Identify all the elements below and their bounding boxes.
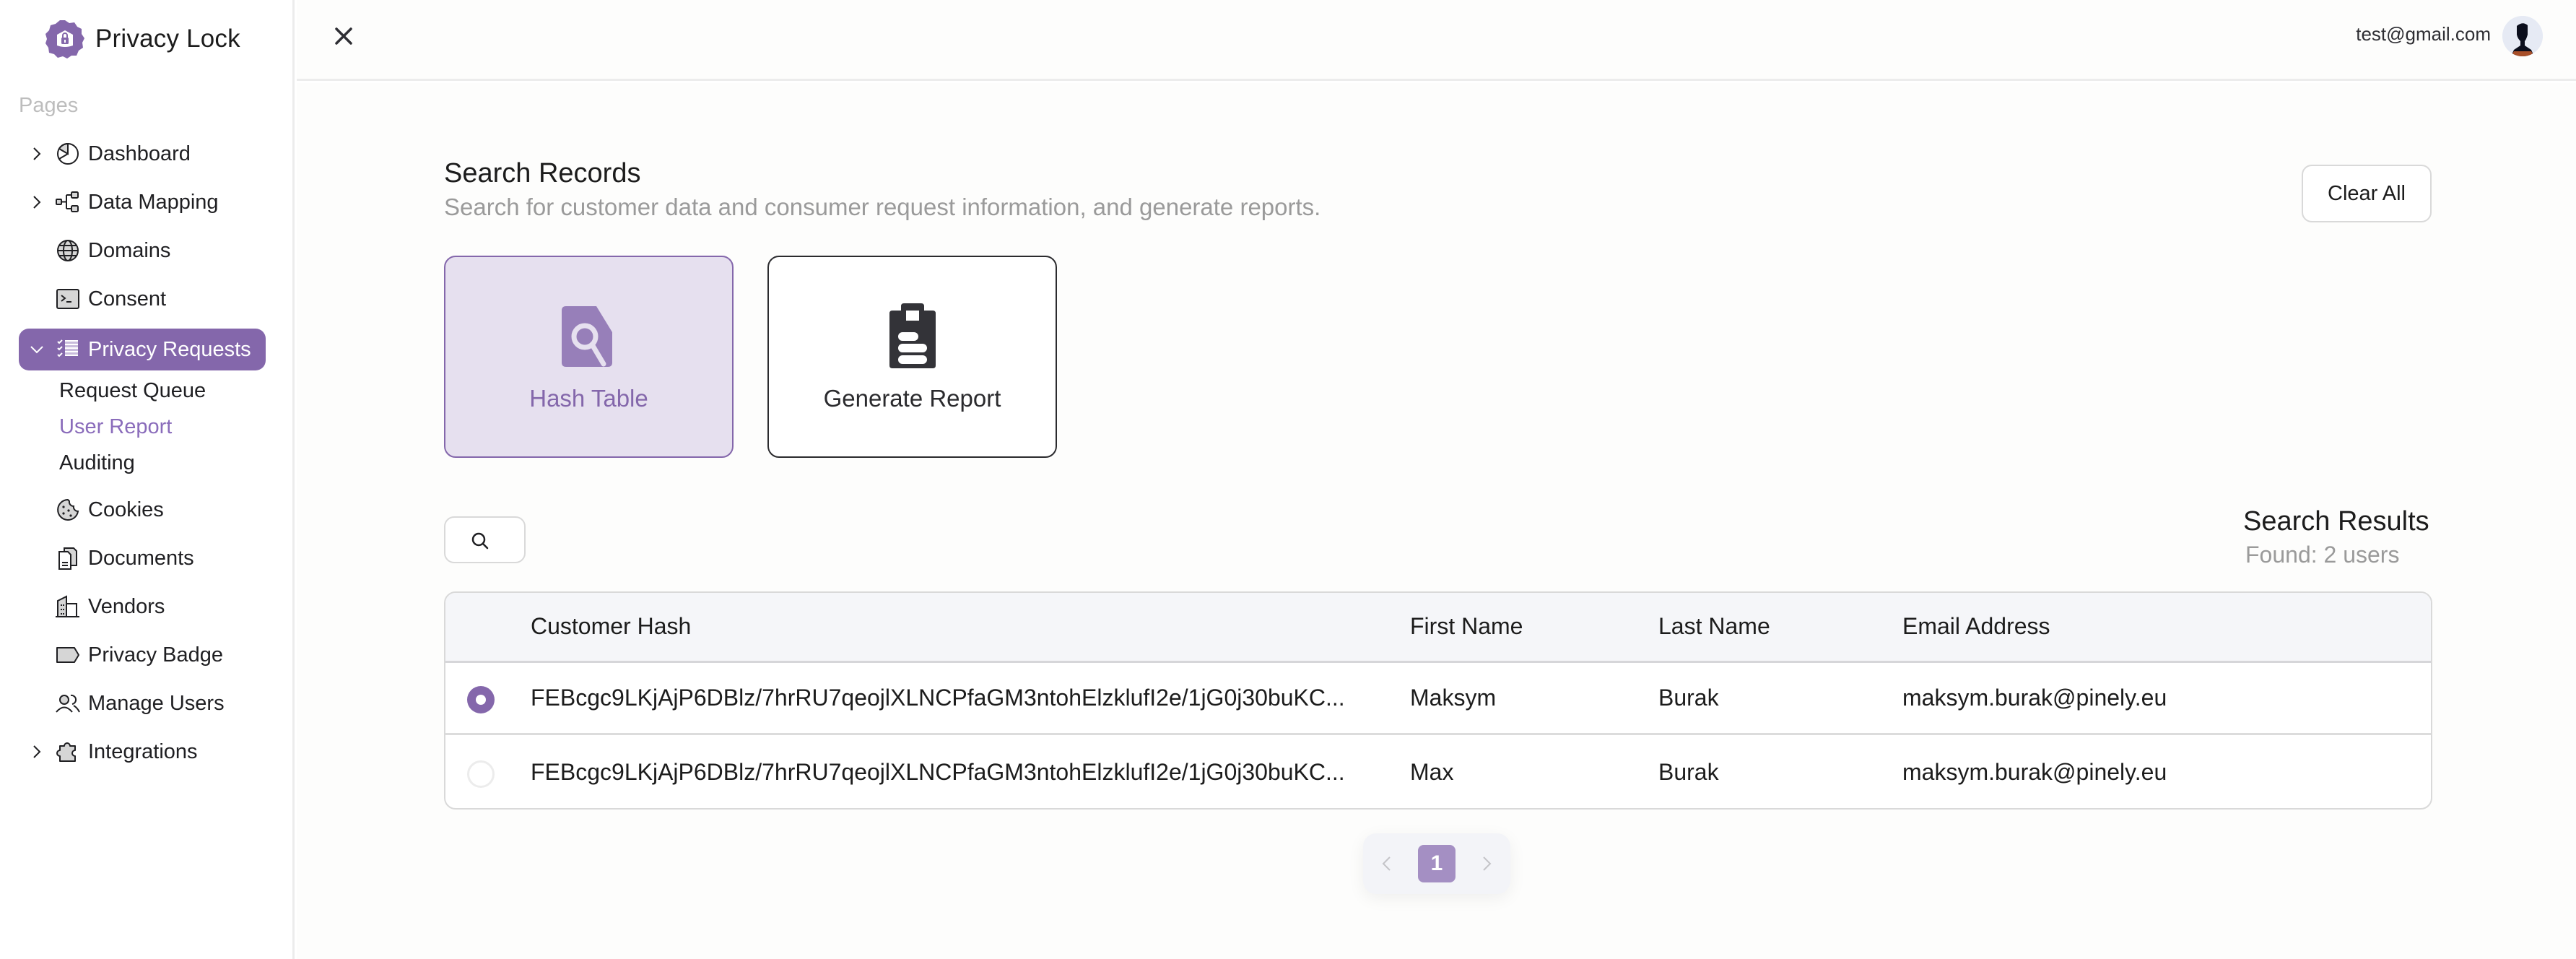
- clipboard-text-icon: [889, 303, 936, 368]
- cookie-icon: [57, 498, 79, 521]
- search-input[interactable]: [444, 516, 526, 563]
- tile-label: Generate Report: [823, 385, 1001, 412]
- sidebar-item-manage-users[interactable]: Manage Users: [19, 682, 266, 724]
- sidebar-item-data-mapping[interactable]: Data Mapping: [19, 181, 266, 223]
- sidebar-item-label: Domains: [88, 238, 171, 262]
- row-select-radio[interactable]: [467, 760, 495, 788]
- app-name: Privacy Lock: [95, 25, 240, 53]
- avatar[interactable]: [2502, 16, 2543, 56]
- page-button-current[interactable]: 1: [1418, 845, 1455, 882]
- cell-last-name: Burak: [1658, 685, 1719, 711]
- search-results-count: Found: 2 users: [2245, 542, 2400, 568]
- sidebar-subitem-auditing[interactable]: Auditing: [59, 451, 135, 475]
- sidebar-item-label: Manage Users: [88, 691, 225, 715]
- pages-section-label: Pages: [19, 94, 79, 117]
- chevron-left-icon[interactable]: [1379, 855, 1395, 872]
- cell-email: maksym.burak@pinely.eu: [1902, 759, 2167, 785]
- list-checks-icon: [57, 339, 78, 357]
- chevron-down-icon[interactable]: [29, 342, 45, 357]
- cell-customer-hash: FEBcgc9LKjAjP6DBlz/7hrRU7qeojlXLNCPfaGM3…: [531, 685, 1345, 711]
- sidebar-subitem-user-report[interactable]: User Report: [59, 415, 172, 439]
- chevron-right-icon[interactable]: [29, 744, 45, 760]
- sidebar: Privacy Lock Pages Dashboard Data Mappin…: [0, 0, 295, 959]
- table-header: Customer Hash First Name Last Name Email…: [445, 593, 2431, 663]
- globe-icon: [57, 240, 79, 261]
- sidebar-item-label: Documents: [88, 546, 194, 570]
- page-subtitle: Search for customer data and consumer re…: [444, 194, 1321, 220]
- search-results-title: Search Results: [2243, 506, 2429, 537]
- sidebar-item-label: Data Mapping: [88, 190, 219, 214]
- terminal-window-icon: [56, 289, 79, 309]
- sidebar-item-documents[interactable]: Documents: [19, 537, 266, 579]
- sidebar-item-privacy-badge[interactable]: Privacy Badge: [19, 634, 266, 676]
- column-header-first-name[interactable]: First Name: [1410, 613, 1523, 640]
- column-header-email-address[interactable]: Email Address: [1902, 613, 2050, 640]
- cell-first-name: Max: [1410, 759, 1454, 785]
- topbar: test@gmail.com: [297, 0, 2576, 81]
- sidebar-item-label: Dashboard: [88, 142, 191, 165]
- pie-chart-icon: [57, 142, 79, 165]
- tile-label: Hash Table: [529, 385, 648, 412]
- results-table: Customer Hash First Name Last Name Email…: [444, 591, 2432, 810]
- chevron-right-icon[interactable]: [1479, 855, 1494, 872]
- hash-table-tile[interactable]: Hash Table: [444, 256, 734, 458]
- tree-structure-icon: [56, 191, 79, 212]
- sidebar-item-cookies[interactable]: Cookies: [19, 489, 266, 531]
- file-search-icon: [561, 306, 612, 367]
- sidebar-item-integrations[interactable]: Integrations: [19, 731, 266, 773]
- chevron-right-icon[interactable]: [29, 146, 45, 162]
- files-icon: [58, 547, 77, 570]
- cell-last-name: Burak: [1658, 759, 1719, 785]
- user-email[interactable]: test@gmail.com: [2356, 23, 2491, 45]
- cell-first-name: Maksym: [1410, 685, 1497, 711]
- puzzle-piece-icon: [56, 742, 76, 762]
- sidebar-item-label: Privacy Requests: [88, 337, 251, 361]
- table-row[interactable]: FEBcgc9LKjAjP6DBlz/7hrRU7qeojlXLNCPfaGM3…: [445, 737, 2431, 808]
- column-header-last-name[interactable]: Last Name: [1658, 613, 1770, 640]
- column-header-customer-hash[interactable]: Customer Hash: [531, 613, 691, 640]
- generate-report-tile[interactable]: Generate Report: [767, 256, 1057, 458]
- user-avatar-icon: [2502, 16, 2543, 56]
- table-row[interactable]: FEBcgc9LKjAjP6DBlz/7hrRU7qeojlXLNCPfaGM3…: [445, 663, 2431, 735]
- cell-email: maksym.burak@pinely.eu: [1902, 685, 2167, 711]
- cell-customer-hash: FEBcgc9LKjAjP6DBlz/7hrRU7qeojlXLNCPfaGM3…: [531, 759, 1345, 785]
- main-content: Search Records Search for customer data …: [297, 83, 2576, 959]
- sidebar-item-label: Integrations: [88, 739, 198, 763]
- search-icon: [471, 532, 489, 550]
- chevron-right-icon[interactable]: [29, 194, 45, 210]
- privacy-lock-logo-icon: [45, 20, 84, 58]
- pagination: 1: [1363, 833, 1510, 894]
- sidebar-item-label: Privacy Badge: [88, 643, 223, 667]
- close-icon[interactable]: [332, 25, 355, 48]
- sidebar-item-domains[interactable]: Domains: [19, 230, 266, 272]
- buildings-icon: [56, 595, 79, 617]
- sidebar-item-privacy-requests[interactable]: Privacy Requests: [19, 329, 266, 370]
- brand[interactable]: Privacy Lock: [45, 19, 240, 59]
- sidebar-item-vendors[interactable]: Vendors: [19, 586, 266, 628]
- sidebar-subitem-request-queue[interactable]: Request Queue: [59, 379, 206, 403]
- users-icon: [56, 694, 80, 713]
- sidebar-item-dashboard[interactable]: Dashboard: [19, 133, 266, 175]
- sidebar-item-consent[interactable]: Consent: [19, 278, 266, 320]
- row-select-radio[interactable]: [467, 686, 495, 713]
- tag-icon: [56, 647, 79, 663]
- sidebar-item-label: Cookies: [88, 498, 164, 521]
- page-title: Search Records: [444, 158, 641, 188]
- sidebar-item-label: Vendors: [88, 594, 165, 618]
- sidebar-item-label: Consent: [88, 287, 167, 311]
- clear-all-button[interactable]: Clear All: [2302, 165, 2432, 222]
